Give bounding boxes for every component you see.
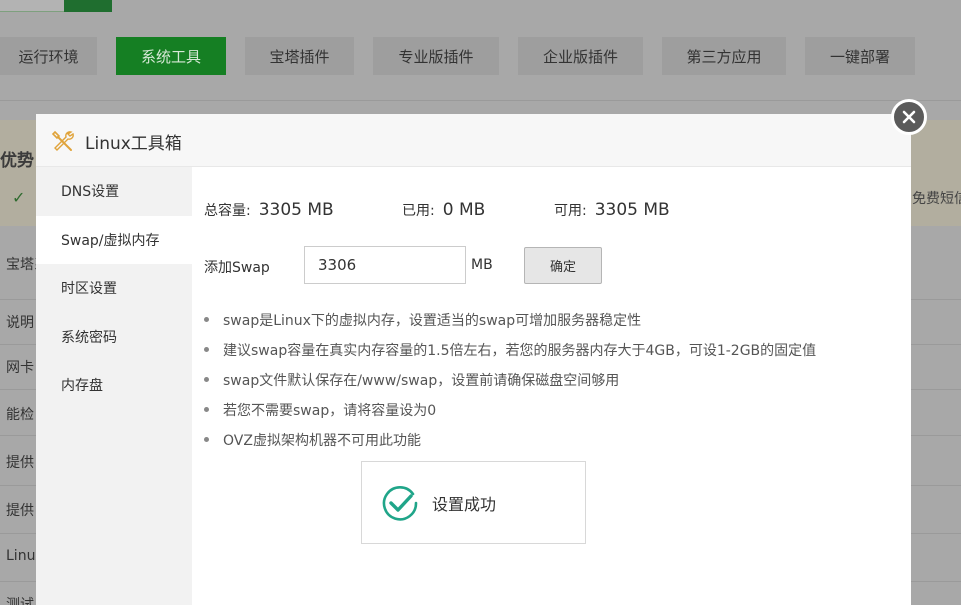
sidebar-item-password[interactable]: 系统密码 bbox=[36, 313, 192, 362]
check-circle-icon bbox=[382, 485, 418, 521]
add-swap-label: 添加Swap bbox=[204, 260, 270, 276]
list-item: 若您不需要swap，请将容量设为0 bbox=[204, 399, 816, 429]
stat-total-label: 总容量: bbox=[204, 203, 251, 219]
list-item: OVZ虚拟架构机器不可用此功能 bbox=[204, 429, 816, 459]
bg-check-icon: ✓ bbox=[12, 188, 26, 207]
bg-banner-right-text: 免费短信 bbox=[912, 191, 961, 207]
list-item: swap是Linux下的虚拟内存，设置适当的swap可增加服务器稳定性 bbox=[204, 309, 816, 339]
success-toast: 设置成功 bbox=[361, 461, 586, 544]
bg-divider bbox=[0, 100, 961, 101]
sidebar-item-swap[interactable]: Swap/虚拟内存 bbox=[36, 215, 192, 264]
bg-tab-third-party: 第三方应用 bbox=[662, 37, 786, 75]
bg-tab-bt-plugins: 宝塔插件 bbox=[245, 37, 354, 75]
bg-search-input bbox=[0, 0, 64, 12]
tools-icon bbox=[51, 130, 74, 151]
swap-unit-label: MB bbox=[471, 257, 493, 273]
stat-total: 总容量: 3305 MB bbox=[204, 200, 334, 220]
stat-free-value: 3305 MB bbox=[594, 200, 670, 220]
list-item: 建议swap容量在真实内存容量的1.5倍左右，若您的服务器内存大于4GB，可设1… bbox=[204, 339, 816, 369]
bg-banner-title: 优势 bbox=[0, 151, 34, 171]
sidebar-item-dns[interactable]: DNS设置 bbox=[36, 167, 192, 216]
stat-free-label: 可用: bbox=[554, 203, 587, 219]
stat-used-value: 0 MB bbox=[442, 200, 486, 220]
dialog-header: Linux工具箱 bbox=[36, 114, 911, 167]
stat-used-label: 已用: bbox=[402, 203, 435, 219]
close-button[interactable] bbox=[891, 99, 927, 135]
tips-list: swap是Linux下的虚拟内存，设置适当的swap可增加服务器稳定性 建议sw… bbox=[204, 309, 816, 459]
stat-free: 可用: 3305 MB bbox=[554, 200, 670, 220]
bg-search bbox=[0, 0, 112, 12]
bg-tab-one-click-deploy: 一键部署 bbox=[805, 37, 915, 75]
bg-tab-bar: 运行环境 系统工具 宝塔插件 专业版插件 企业版插件 第三方应用 一键部署 bbox=[0, 37, 961, 75]
toolbox-sidebar: DNS设置 Swap/虚拟内存 时区设置 系统密码 内存盘 bbox=[36, 167, 192, 605]
bg-tab-pro-plugins: 专业版插件 bbox=[373, 37, 499, 75]
toast-message: 设置成功 bbox=[432, 494, 497, 514]
bg-tab-system-tools: 系统工具 bbox=[116, 37, 226, 75]
dialog-title: Linux工具箱 bbox=[85, 134, 182, 154]
sidebar-item-ramdisk[interactable]: 内存盘 bbox=[36, 361, 192, 410]
list-item: swap文件默认保存在/www/swap，设置前请确保磁盘空间够用 bbox=[204, 369, 816, 399]
confirm-button[interactable]: 确定 bbox=[524, 247, 602, 284]
swap-size-input[interactable] bbox=[304, 246, 466, 284]
bg-tab-runtime: 运行环境 bbox=[0, 37, 97, 75]
bg-tab-enterprise-plugins: 企业版插件 bbox=[518, 37, 643, 75]
stat-used: 已用: 0 MB bbox=[402, 200, 485, 220]
bg-search-button bbox=[64, 0, 112, 12]
stat-total-value: 3305 MB bbox=[258, 200, 334, 220]
close-icon bbox=[902, 110, 916, 124]
sidebar-item-timezone[interactable]: 时区设置 bbox=[36, 264, 192, 313]
